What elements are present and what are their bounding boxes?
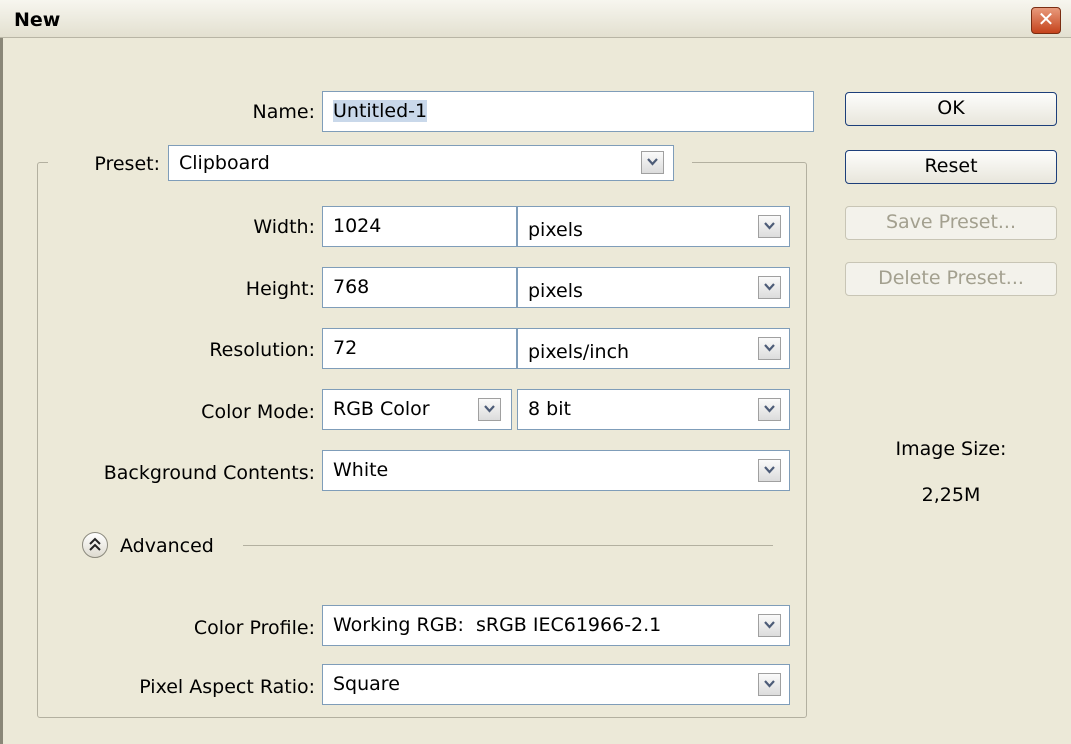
resolution-unit-value: pixels/inch <box>528 341 630 363</box>
background-contents-select[interactable]: White <box>322 450 790 491</box>
width-unit-dropdown-arrow[interactable] <box>758 215 781 238</box>
color-profile-dropdown-arrow[interactable] <box>758 614 781 637</box>
pixel-aspect-ratio-select[interactable]: Square <box>322 664 790 705</box>
color-profile-select[interactable]: Working RGB: sRGB IEC61966-2.1 <box>322 605 790 646</box>
advanced-toggle-button[interactable] <box>82 532 108 558</box>
color-profile-label: Color Profile: <box>193 617 315 639</box>
height-input[interactable]: 768 <box>322 267 517 308</box>
resolution-input-value: 72 <box>333 337 358 359</box>
bit-depth-value: 8 bit <box>528 398 571 420</box>
width-unit-select[interactable]: pixels <box>517 206 790 247</box>
name-input[interactable]: Untitled-1 <box>322 91 814 132</box>
bit-depth-select[interactable]: 8 bit <box>517 389 790 430</box>
color-profile-value: Working RGB: sRGB IEC61966-2.1 <box>333 614 662 636</box>
window-frame-left <box>0 38 3 744</box>
chevron-down-icon <box>764 283 775 291</box>
color-mode-label: Color Mode: <box>201 401 315 423</box>
pixel-aspect-ratio-value: Square <box>333 673 400 695</box>
width-label: Width: <box>253 216 315 238</box>
height-unit-select[interactable]: pixels <box>517 267 790 308</box>
name-input-value: Untitled-1 <box>333 100 428 122</box>
title-bar[interactable]: New ✕ <box>0 0 1071 38</box>
chevron-down-icon <box>764 680 775 688</box>
height-unit-value: pixels <box>528 280 583 302</box>
height-label: Height: <box>245 278 315 300</box>
pixel-aspect-ratio-dropdown-arrow[interactable] <box>758 673 781 696</box>
width-input-value: 1024 <box>333 215 382 237</box>
resolution-unit-select[interactable]: pixels/inch <box>517 328 790 369</box>
resolution-label: Resolution: <box>209 339 315 361</box>
chevron-down-icon <box>647 158 658 166</box>
chevron-down-icon <box>764 344 775 352</box>
pixel-aspect-ratio-label: Pixel Aspect Ratio: <box>139 676 315 698</box>
reset-button[interactable]: Reset <box>845 150 1057 184</box>
ok-button[interactable]: OK <box>845 92 1057 126</box>
width-input[interactable]: 1024 <box>322 206 517 247</box>
resolution-unit-dropdown-arrow[interactable] <box>758 337 781 360</box>
advanced-separator <box>243 545 773 546</box>
chevron-down-icon <box>764 222 775 230</box>
advanced-label[interactable]: Advanced <box>120 535 214 557</box>
preset-select[interactable]: Clipboard <box>168 145 674 181</box>
width-unit-value: pixels <box>528 219 583 241</box>
height-input-value: 768 <box>333 276 370 298</box>
height-unit-dropdown-arrow[interactable] <box>758 276 781 299</box>
chevron-down-icon <box>764 466 775 474</box>
delete-preset-button[interactable]: Delete Preset... <box>845 262 1057 296</box>
background-contents-dropdown-arrow[interactable] <box>758 459 781 482</box>
name-label: Name: <box>252 101 315 123</box>
chevron-down-icon <box>484 405 495 413</box>
chevron-down-icon <box>764 405 775 413</box>
preset-select-value: Clipboard <box>179 152 270 174</box>
color-mode-dropdown-arrow[interactable] <box>478 398 501 421</box>
color-mode-value: RGB Color <box>333 398 430 420</box>
image-size-value: 2,25M <box>921 484 981 506</box>
background-contents-value: White <box>333 459 389 481</box>
preset-label: Preset: <box>94 153 160 175</box>
preset-dropdown-arrow[interactable] <box>641 151 664 174</box>
background-contents-label: Background Contents: <box>103 462 315 484</box>
resolution-input[interactable]: 72 <box>322 328 517 369</box>
double-chevron-up-icon <box>89 537 101 551</box>
close-icon: ✕ <box>1037 7 1055 31</box>
close-button[interactable]: ✕ <box>1031 7 1061 34</box>
bit-depth-dropdown-arrow[interactable] <box>758 398 781 421</box>
window-title: New <box>14 9 61 31</box>
save-preset-button[interactable]: Save Preset... <box>845 206 1057 240</box>
image-size-label: Image Size: <box>895 438 1007 460</box>
chevron-down-icon <box>764 621 775 629</box>
